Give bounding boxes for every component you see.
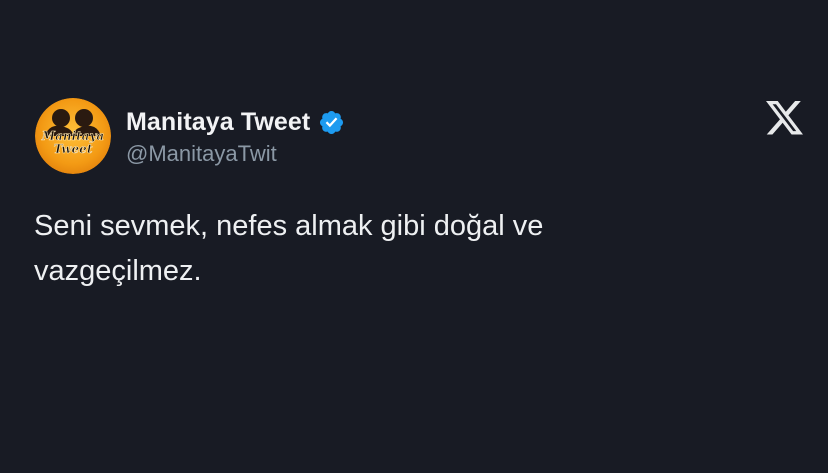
manitaya-logo-icon: Manitaya Tweet [35,98,111,174]
author-info: Manitaya Tweet @ManitayaTwit [126,106,345,167]
avatar-text-line1: Manitaya [41,129,104,143]
verified-badge-icon [318,109,345,136]
avatar-text-line2: Tweet [54,142,93,156]
name-row: Manitaya Tweet [126,106,345,138]
display-name[interactable]: Manitaya Tweet [126,108,310,137]
tweet-card: Manitaya Tweet Manitaya Tweet @ManitayaT… [0,0,828,473]
avatar[interactable]: Manitaya Tweet [35,98,111,174]
tweet-text: Seni sevmek, nefes almak gibi doğal ve v… [34,210,544,287]
x-logo-icon[interactable] [766,101,803,135]
handle[interactable]: @ManitayaTwit [126,141,345,167]
